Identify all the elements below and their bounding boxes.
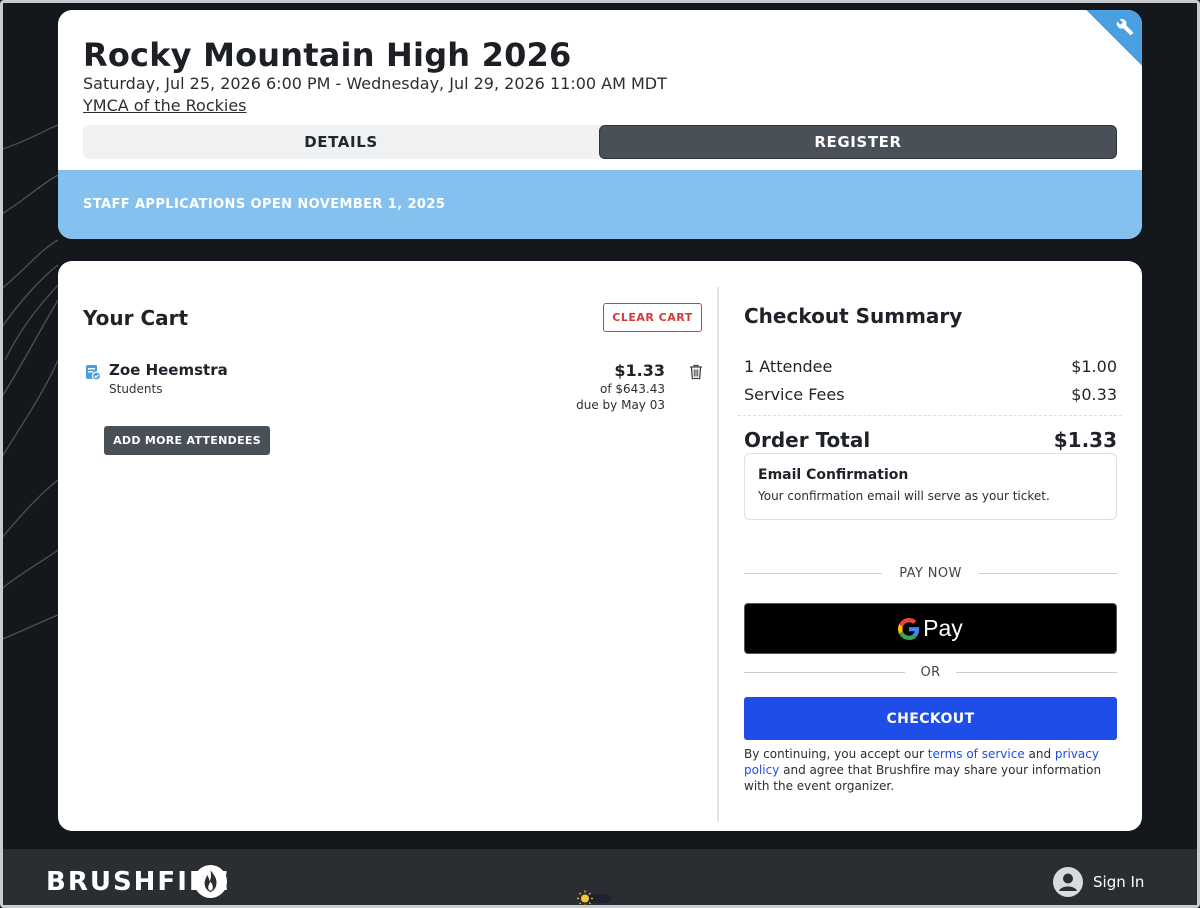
- user-avatar-icon: [1053, 867, 1083, 897]
- terms-prefix: By continuing, you accept our: [744, 747, 928, 761]
- brushfire-flame-icon[interactable]: [193, 864, 228, 899]
- email-confirmation-title: Email Confirmation: [758, 467, 909, 483]
- google-pay-label: Pay: [923, 615, 963, 641]
- announcement-banner: STAFF APPLICATIONS OPEN NOVEMBER 1, 2025: [58, 170, 1142, 239]
- tab-details[interactable]: DETAILS: [83, 125, 599, 159]
- attendee-name: Zoe Heemstra: [109, 361, 228, 379]
- or-separator: OR: [744, 663, 1117, 683]
- sign-in-button[interactable]: Sign In: [1053, 867, 1144, 897]
- attendee-price: $1.33: [614, 361, 665, 380]
- order-total-label: Order Total: [744, 428, 871, 452]
- order-total-value: $1.33: [1053, 428, 1117, 452]
- event-header-card: Rocky Mountain High 2026 Saturday, Jul 2…: [58, 10, 1142, 239]
- summary-divider: [738, 415, 1122, 416]
- summary-row-fees: Service Fees $0.33: [744, 385, 1117, 404]
- terms-text: By continuing, you accept our terms of s…: [744, 746, 1117, 794]
- banner-text: STAFF APPLICATIONS OPEN NOVEMBER 1, 2025: [83, 197, 446, 212]
- summary-row-label: Service Fees: [744, 385, 845, 404]
- summary-row-value: $0.33: [1071, 385, 1117, 404]
- summary-row-value: $1.00: [1071, 357, 1117, 376]
- clear-cart-button[interactable]: CLEAR CART: [603, 303, 702, 332]
- attendee-ticket-icon: [86, 365, 101, 381]
- order-total: Order Total $1.33: [744, 428, 1117, 452]
- event-dates: Saturday, Jul 25, 2026 6:00 PM - Wednesd…: [83, 74, 667, 93]
- cart-title: Your Cart: [83, 306, 189, 330]
- column-divider: [717, 287, 719, 822]
- tab-register[interactable]: REGISTER: [599, 125, 1117, 159]
- checkout-button[interactable]: CHECKOUT: [744, 697, 1117, 740]
- pay-now-separator: PAY NOW: [744, 564, 1117, 584]
- trash-icon[interactable]: [689, 364, 703, 380]
- google-pay-button[interactable]: Pay: [744, 603, 1117, 654]
- cart-checkout-card: Your Cart CLEAR CART Zoe Heemstra Studen…: [58, 261, 1142, 831]
- event-venue-link[interactable]: YMCA of the Rockies: [83, 96, 247, 115]
- theme-toggle-sun-icon[interactable]: [573, 889, 613, 908]
- attendee-type: Students: [109, 382, 163, 396]
- cart-item: Zoe Heemstra Students $1.33 of $643.43 d…: [83, 361, 703, 421]
- attendee-due-date: due by May 03: [576, 398, 665, 412]
- summary-row-attendees: 1 Attendee $1.00: [744, 357, 1117, 376]
- google-g-icon: [898, 617, 920, 640]
- event-tabs: DETAILS REGISTER: [83, 125, 1117, 159]
- email-confirmation-box: Email Confirmation Your confirmation ema…: [744, 453, 1117, 520]
- checkout-summary-title: Checkout Summary: [744, 304, 963, 328]
- terms-suffix: and agree that Brushfire may share your …: [744, 763, 1102, 793]
- terms-and: and: [1024, 747, 1055, 761]
- add-more-attendees-button[interactable]: ADD MORE ATTENDEES: [104, 426, 270, 455]
- attendee-total-price: of $643.43: [599, 382, 665, 396]
- event-title: Rocky Mountain High 2026: [83, 36, 572, 74]
- terms-of-service-link[interactable]: terms of service: [928, 747, 1025, 761]
- admin-ribbon[interactable]: [1086, 10, 1142, 66]
- sign-in-label: Sign In: [1093, 873, 1145, 891]
- summary-row-label: 1 Attendee: [744, 357, 833, 376]
- email-confirmation-text: Your confirmation email will serve as yo…: [758, 489, 1050, 503]
- wrench-icon: [1116, 18, 1134, 36]
